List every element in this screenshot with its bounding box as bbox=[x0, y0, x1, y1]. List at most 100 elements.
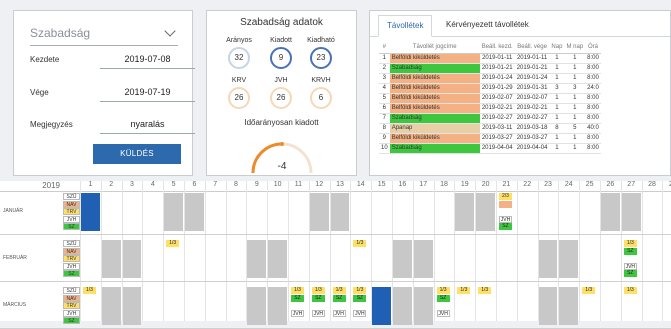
row-hours: 40:0 bbox=[585, 123, 601, 134]
weekend-cell bbox=[393, 240, 412, 278]
calendar-event[interactable]: JVH bbox=[436, 309, 450, 317]
calendar-day-header: 23 bbox=[537, 181, 559, 192]
calendar-event[interactable]: 1/3 bbox=[166, 240, 180, 247]
calendar-day-header: 16 bbox=[392, 181, 413, 192]
calendar-event[interactable]: SZ bbox=[623, 247, 637, 255]
calendar-day-header: 28 bbox=[641, 181, 663, 192]
calendar-event[interactable]: 2/3 bbox=[499, 193, 512, 200]
row-number: 2 bbox=[379, 63, 390, 74]
calendar-event[interactable]: 1/3 bbox=[332, 287, 346, 294]
calendar-day-header: 19 bbox=[454, 181, 476, 192]
stat-krv: KRV 26 bbox=[222, 77, 256, 109]
month-divider bbox=[0, 234, 671, 235]
absences-table: # Távollét jogcíme Beáll. kezd. Beáll. v… bbox=[379, 42, 601, 154]
tab-absences[interactable]: Távollétek bbox=[378, 15, 433, 37]
calendar-event[interactable]: SZ bbox=[332, 294, 346, 302]
calendar-event[interactable]: JVH bbox=[623, 262, 637, 270]
table-row[interactable]: 10 Szabadság 2019-04-04 2019-04-04 1 1 8:00 bbox=[379, 143, 601, 154]
calendar-event[interactable]: SZ bbox=[499, 223, 512, 231]
table-row[interactable]: 3 Belföldi kiküldetés 2019-01-24 2019-01-24… bbox=[379, 73, 601, 84]
calendar-event[interactable]: 1/3 bbox=[478, 287, 492, 294]
submit-button[interactable]: KÜLDÉS bbox=[93, 144, 181, 164]
calendar-gridline bbox=[662, 181, 664, 321]
calendar-event[interactable]: JVH bbox=[291, 309, 304, 317]
calendar-event[interactable]: JVH bbox=[311, 309, 325, 317]
calendar-event[interactable]: SZ bbox=[353, 294, 367, 302]
row-number: 1 bbox=[379, 53, 390, 64]
table-row[interactable]: 1 Belföldi kiküldetés 2019-01-11 2019-01-11… bbox=[379, 53, 601, 64]
calendar-event[interactable]: 1/3 bbox=[623, 240, 637, 247]
row-type: Belföldi kiküldetés bbox=[389, 53, 480, 64]
calendar-event[interactable]: 1/3 bbox=[436, 287, 450, 294]
table-row[interactable]: 8 Apanap 2019-03-11 2019-03-18 8 5 40:0 bbox=[379, 123, 601, 134]
calendar-event[interactable]: 1/3 bbox=[353, 287, 367, 294]
table-row[interactable]: 7 Szabadság 2019-02-27 2019-02-27 1 1 8:00 bbox=[379, 113, 601, 124]
table-row[interactable]: 2 Szabadság 2019-01-21 2019-01-21 1 1 8:00 bbox=[379, 63, 601, 74]
stat-label: Kiadott bbox=[270, 37, 292, 44]
calendar-gridline bbox=[516, 181, 518, 321]
row-mdays: 1 bbox=[564, 53, 586, 64]
stat-ring: 26 bbox=[228, 87, 250, 109]
calendar-day-header: 22 bbox=[516, 181, 538, 192]
calendar-event[interactable]: SZ bbox=[623, 270, 637, 278]
calendar-event[interactable]: JVH bbox=[332, 309, 346, 317]
calendar-day-header: 25 bbox=[579, 181, 600, 192]
row-mdays: 1 bbox=[564, 63, 586, 74]
calendar-event[interactable]: 1/3 bbox=[623, 287, 637, 294]
stat-ring: 9 bbox=[270, 47, 292, 69]
calendar-event[interactable]: JVH bbox=[353, 309, 367, 317]
col-start: Beáll. kezd. bbox=[479, 42, 515, 54]
weekend-cell bbox=[413, 240, 433, 278]
calendar-event[interactable]: SZ bbox=[311, 294, 325, 302]
row-mdays: 3 bbox=[564, 83, 586, 94]
start-date-input[interactable]: 2019-07-08 bbox=[100, 51, 195, 69]
calendar-event[interactable]: 1/3 bbox=[582, 287, 596, 294]
tab-requested-absences[interactable]: Kérvényezett távollétek bbox=[446, 20, 529, 29]
end-date-label: Vége bbox=[30, 88, 49, 97]
row-days: 1 bbox=[549, 133, 565, 144]
calendar-event[interactable]: 1/3 bbox=[457, 287, 471, 294]
row-days: 1 bbox=[549, 103, 565, 114]
end-date-input[interactable]: 2019-07-19 bbox=[100, 84, 195, 102]
calendar-event[interactable]: 1/3 bbox=[291, 287, 304, 294]
absences-table-body: 1 Belföldi kiküldetés 2019-01-11 2019-01-11… bbox=[379, 53, 601, 154]
table-row[interactable]: 5 Belföldi kiküldetés 2019-02-07 2019-02-07… bbox=[379, 93, 601, 104]
row-number: 7 bbox=[379, 113, 390, 124]
calendar-event[interactable]: 1/3 bbox=[83, 287, 96, 294]
stat-ring: 6 bbox=[310, 87, 332, 109]
chevron-down-icon[interactable] bbox=[164, 25, 176, 37]
calendar-row-label: TRV bbox=[63, 208, 80, 216]
calendar-row-label: SZ bbox=[63, 270, 80, 278]
note-input[interactable]: nyaralás bbox=[100, 116, 195, 134]
row-type: Belföldi kiküldetés bbox=[389, 83, 480, 94]
table-row[interactable]: 4 Belföldi kiküldetés 2019-01-29 2019-01-31… bbox=[379, 83, 601, 94]
calendar-event[interactable]: SZ bbox=[436, 294, 450, 302]
row-hours: 8:00 bbox=[585, 143, 601, 154]
stat-krvh: KRVH 6 bbox=[304, 77, 338, 109]
row-hours: 8:00 bbox=[585, 133, 601, 144]
row-type: Belföldi kiküldetés bbox=[389, 93, 480, 104]
calendar-event[interactable]: SZ bbox=[291, 294, 304, 302]
row-start: 2019-02-27 bbox=[479, 113, 515, 124]
calendar-event[interactable]: JVH bbox=[499, 215, 512, 223]
calendar-day-header: 15 bbox=[371, 181, 392, 192]
end-date-row: Vége 2019-07-19 bbox=[30, 84, 195, 102]
calendar-day-header: 12 bbox=[308, 181, 330, 192]
calendar-event[interactable]: 1/3 bbox=[353, 240, 367, 247]
leave-type-select[interactable]: Szabadság bbox=[30, 21, 178, 46]
calendar-row-label: NAV bbox=[63, 294, 80, 302]
calendar-day-header: 21 bbox=[496, 181, 517, 192]
calendar-event[interactable]: 1/3 bbox=[311, 287, 325, 294]
weekend-cell bbox=[185, 193, 204, 231]
row-hours: 8:00 bbox=[585, 93, 601, 104]
table-row[interactable]: 6 Belföldi kiküldetés 2019-02-21 2019-02-21… bbox=[379, 103, 601, 114]
gauge-label: Időarányosan kiadott bbox=[244, 118, 319, 127]
calendar-day-header: 2 bbox=[100, 181, 122, 192]
stat-ring: 32 bbox=[228, 47, 250, 69]
table-row[interactable]: 9 Belföldi kiküldetés 2019-03-27 2019-03-27… bbox=[379, 133, 601, 144]
row-hours: 8:00 bbox=[585, 73, 601, 84]
gauge-marker bbox=[280, 142, 284, 146]
row-start: 2019-03-27 bbox=[479, 133, 515, 144]
calendar-event[interactable] bbox=[499, 200, 512, 208]
row-number: 8 bbox=[379, 123, 390, 134]
